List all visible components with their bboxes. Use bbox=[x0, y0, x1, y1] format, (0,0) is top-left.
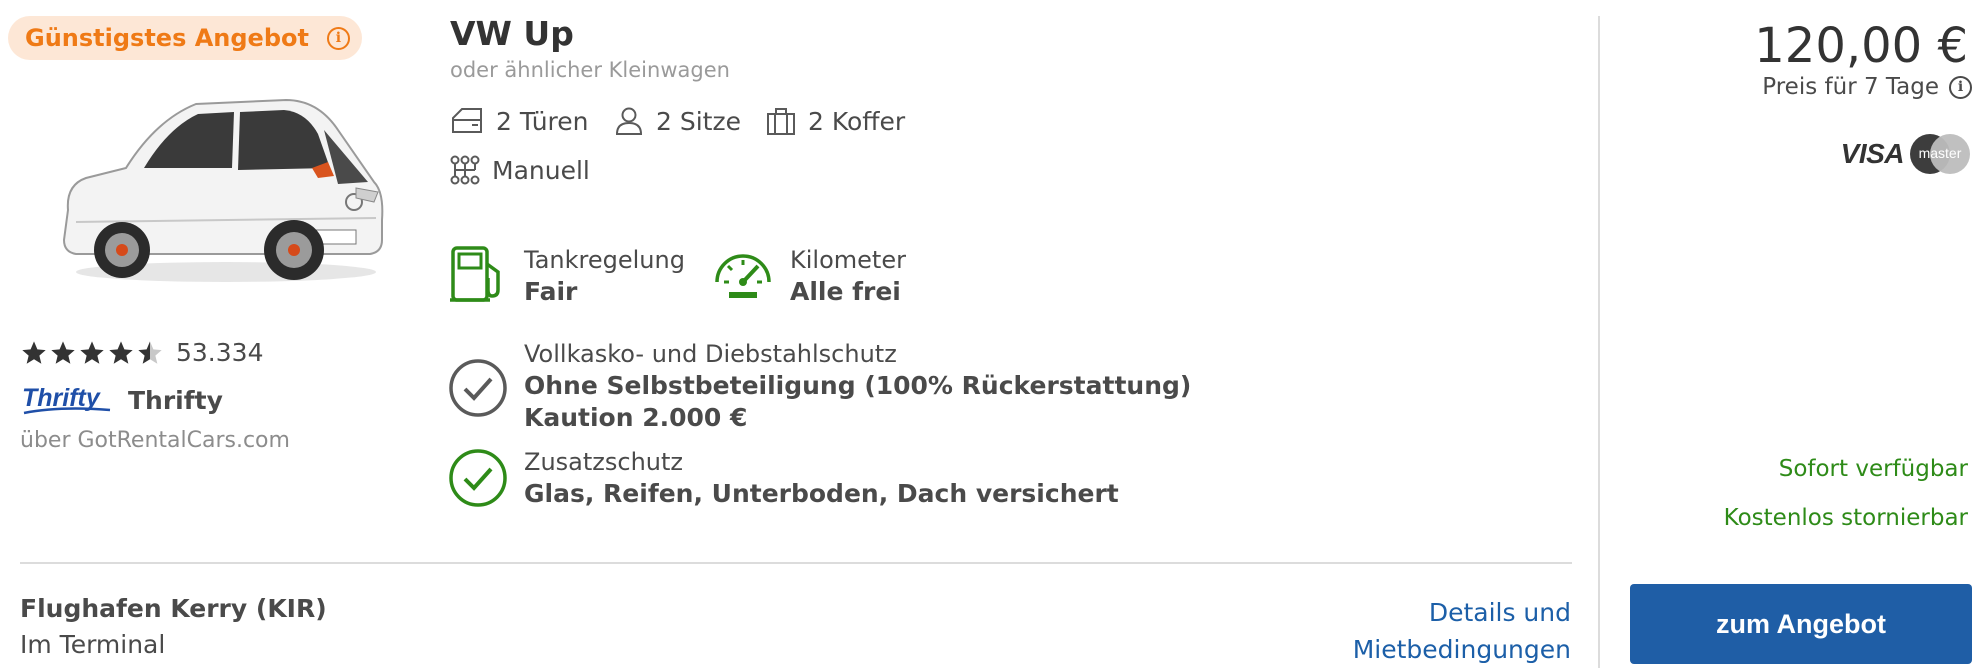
price-period-label: Preis für 7 Tage bbox=[1762, 74, 1939, 100]
cancellation-status: Kostenlos stornierbar bbox=[1723, 505, 1968, 531]
vertical-divider bbox=[1598, 16, 1600, 668]
rating: 53.334 bbox=[20, 338, 263, 367]
suitcase-icon bbox=[767, 108, 795, 135]
mileage: Kilometer Alle frei bbox=[712, 244, 906, 308]
availability-status: Sofort verfügbar bbox=[1778, 456, 1968, 482]
info-icon[interactable]: i bbox=[326, 26, 350, 50]
car-image bbox=[62, 98, 384, 282]
supplier-name: Thrifty bbox=[128, 385, 223, 415]
extra-protection: Zusatzschutz Glas, Reifen, Unterboden, D… bbox=[448, 446, 1119, 510]
thrifty-logo: Thrifty bbox=[22, 384, 111, 415]
supplier: Thrifty Thrifty bbox=[20, 382, 223, 418]
check-circle-green-icon bbox=[449, 449, 507, 507]
payment-methods: VISA master bbox=[1841, 134, 1970, 174]
fuel-policy: Tankregelung Fair bbox=[448, 244, 685, 308]
luggage-label: 2 Koffer bbox=[808, 106, 906, 136]
doors-label: 2 Türen bbox=[496, 106, 589, 136]
price-period: Preis für 7 Tage i bbox=[1762, 74, 1972, 100]
fuel-policy-label: Tankregelung bbox=[524, 246, 685, 274]
star-icon bbox=[51, 340, 75, 364]
mastercard-text: master bbox=[1918, 145, 1962, 161]
gearshift-icon bbox=[450, 155, 480, 185]
check-circle-icon bbox=[449, 359, 507, 417]
seats-label: 2 Sitze bbox=[656, 106, 741, 136]
details-link-line1[interactable]: Details und bbox=[1353, 594, 1571, 631]
details-and-terms-link[interactable]: Details und Mietbedingungen bbox=[1353, 594, 1571, 668]
car-title: VW Up bbox=[450, 14, 574, 53]
person-icon bbox=[615, 107, 643, 135]
fuel-pump-icon bbox=[450, 246, 500, 302]
extra-protection-label: Zusatzschutz bbox=[524, 448, 683, 476]
insurance-value: Ohne Selbstbeteiligung (100% Rückerstatt… bbox=[524, 371, 1192, 400]
transmission-label: Manuell bbox=[492, 155, 590, 185]
doors-feature: 2 Türen bbox=[450, 106, 589, 136]
horizontal-divider bbox=[20, 562, 1572, 564]
car-category: oder ähnlicher Kleinwagen bbox=[450, 58, 730, 82]
cheapest-offer-badge: Günstigstes Angebot i bbox=[8, 16, 362, 60]
pickup-location: Flughafen Kerry (KIR) bbox=[20, 594, 327, 623]
deposit-value: Kaution 2.000 € bbox=[524, 403, 748, 432]
visa-logo: VISA bbox=[1840, 138, 1905, 169]
fuel-policy-value: Fair bbox=[524, 277, 578, 306]
extra-protection-value: Glas, Reifen, Unterboden, Dach versicher… bbox=[524, 479, 1119, 508]
transmission-feature: Manuell bbox=[450, 155, 590, 185]
star-rating bbox=[20, 339, 164, 367]
to-offer-button[interactable]: zum Angebot bbox=[1630, 584, 1972, 664]
star-icon bbox=[22, 340, 46, 364]
door-icon bbox=[452, 108, 482, 133]
star-icon bbox=[109, 340, 133, 364]
seats-feature: 2 Sitze bbox=[614, 106, 741, 136]
details-link-line2[interactable]: Mietbedingungen bbox=[1353, 631, 1571, 668]
mileage-label: Kilometer bbox=[790, 246, 906, 274]
insurance-coverage: Vollkasko- und Diebstahlschutz Ohne Selb… bbox=[448, 338, 1191, 434]
star-icon bbox=[80, 340, 104, 364]
mastercard-logo: master bbox=[1910, 134, 1970, 174]
pickup-detail: Im Terminal bbox=[20, 630, 166, 659]
rating-count: 53.334 bbox=[176, 338, 264, 367]
info-icon[interactable]: i bbox=[1949, 75, 1972, 99]
mileage-value: Alle frei bbox=[790, 277, 901, 306]
speedometer-icon bbox=[715, 254, 771, 298]
total-price: 120,00 € bbox=[1754, 18, 1968, 74]
booking-source: über GotRentalCars.com bbox=[20, 428, 290, 453]
star-half-icon bbox=[138, 340, 162, 364]
badge-label: Günstigstes Angebot bbox=[25, 24, 309, 52]
luggage-feature: 2 Koffer bbox=[766, 106, 905, 136]
insurance-label: Vollkasko- und Diebstahlschutz bbox=[524, 340, 897, 368]
